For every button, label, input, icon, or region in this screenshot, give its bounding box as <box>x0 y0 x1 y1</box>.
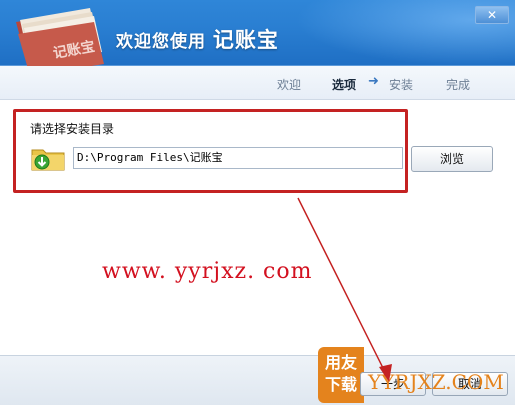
browse-button[interactable]: 浏览 <box>411 146 493 172</box>
title-prefix: 欢迎您使用 <box>116 32 206 52</box>
page-title: 欢迎您使用 记账宝 <box>116 24 279 54</box>
close-button[interactable]: ✕ <box>475 6 509 24</box>
step-finish: 完成 <box>446 78 471 92</box>
step-install: 安装 <box>389 78 414 92</box>
folder-download-icon <box>31 149 65 171</box>
title-brand: 记账宝 <box>212 28 279 52</box>
site-logo-bottom: 下载 <box>324 375 357 394</box>
main-panel: 请选择安装目录 D:\Program Files\记账宝 浏览 <box>0 100 515 355</box>
step-arrow-icon: ➜ <box>368 74 379 89</box>
step-options: 选项 <box>332 78 357 92</box>
step-welcome: 欢迎 <box>277 78 302 92</box>
install-path-input[interactable]: D:\Program Files\记账宝 <box>73 147 403 169</box>
install-dir-label: 请选择安装目录 <box>30 122 115 136</box>
site-logo-top: 用友 <box>324 353 357 372</box>
watermark-text: www. yyrjxz. com <box>102 259 313 284</box>
steps-bar: 欢迎 选项 ➜ 安装 完成 <box>0 66 515 100</box>
site-logo: 用友 下载 <box>318 347 364 403</box>
header-banner: 记账宝 欢迎您使用 记账宝 ✕ <box>0 0 515 76</box>
site-watermark-text: YYRJXZ.COM <box>368 370 504 394</box>
